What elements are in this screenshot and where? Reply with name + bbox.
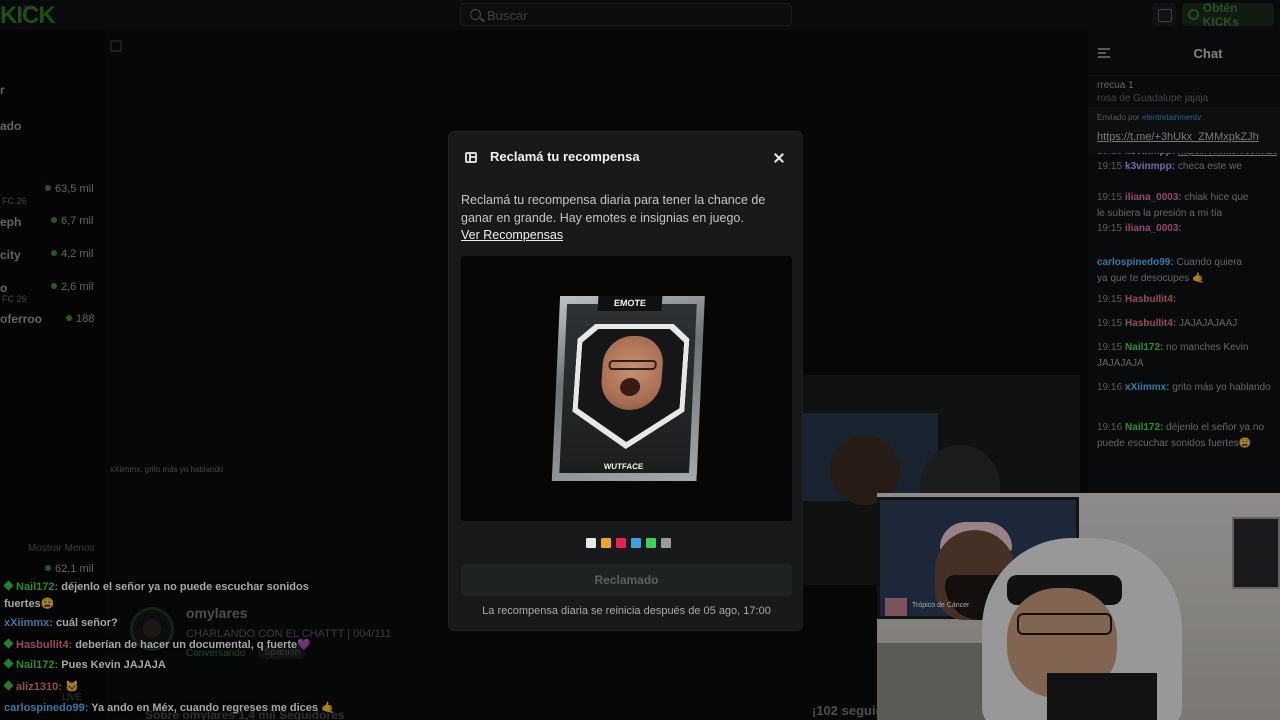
modal-description: Reclamá tu recompensa diaria para tener …: [461, 193, 766, 225]
reward-swatches: [586, 538, 671, 548]
swatch[interactable]: [601, 538, 611, 548]
reward-modal: Reclamá tu recompensa Reclamá tu recompe…: [448, 131, 803, 631]
swatch[interactable]: [616, 538, 626, 548]
reward-card: EMOTE WUTFACE: [543, 296, 710, 481]
gift-icon: [465, 152, 477, 163]
swatch[interactable]: [661, 538, 671, 548]
emote-name: WUTFACE: [603, 462, 644, 471]
reset-note: La recompensa diaria se reinicia después…: [482, 605, 771, 617]
swatch[interactable]: [631, 538, 641, 548]
swatch[interactable]: [586, 538, 596, 548]
claimed-button[interactable]: Reclamado: [461, 564, 792, 596]
screen: KICK BETA Obtén KICKs r ado 63,5 mil FC …: [0, 0, 1280, 720]
emote-glasses: [608, 360, 657, 370]
swatch[interactable]: [646, 538, 656, 548]
close-icon[interactable]: [769, 148, 789, 168]
modal-title: Reclamá tu recompensa: [490, 149, 640, 164]
card-type-label: EMOTE: [597, 296, 663, 311]
reward-preview: EMOTE WUTFACE: [461, 256, 792, 521]
view-rewards-link[interactable]: Ver Recompensas: [461, 228, 563, 242]
